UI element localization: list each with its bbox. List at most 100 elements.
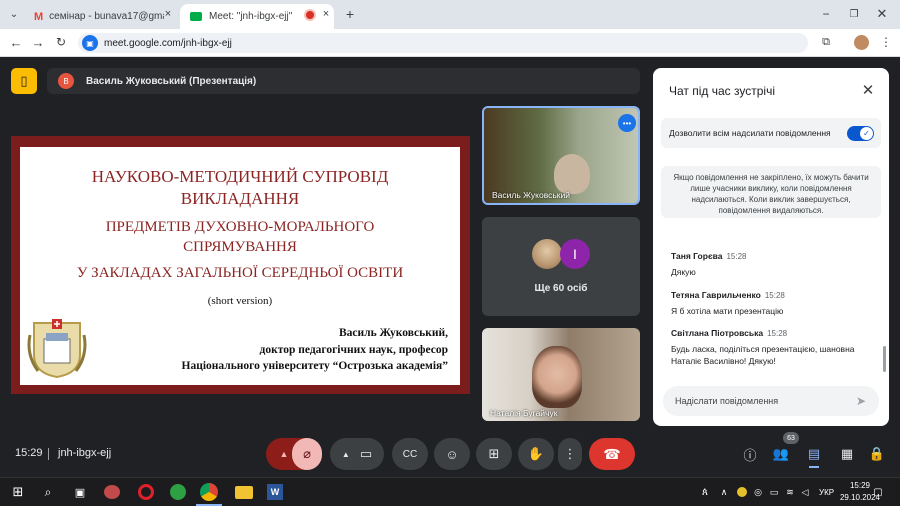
wifi-icon[interactable]: ≋	[784, 484, 796, 500]
mic-muted-icon[interactable]: ⌀	[292, 438, 322, 470]
participant-tile-natalia[interactable]: Наталія Бугайчук	[482, 328, 640, 421]
back-icon[interactable]: ←	[8, 34, 24, 50]
opera-icon[interactable]	[138, 484, 154, 500]
chat-icon[interactable]: ▤	[805, 445, 823, 463]
volume-icon[interactable]: ◁	[799, 484, 811, 500]
participant-avatar-initial: І	[560, 239, 590, 269]
participant-tile-presenter[interactable]: ••• Василь Жуковський	[482, 106, 640, 205]
menu-kebab-icon[interactable]: ⋮	[878, 34, 894, 50]
chevron-up-icon: ▲	[341, 449, 350, 459]
end-call-button[interactable]: ☎	[589, 438, 635, 470]
raise-hand-button[interactable]: ✋	[518, 438, 554, 470]
chevron-up-icon: ▲	[279, 449, 289, 459]
task-view-icon[interactable]: ▣	[72, 484, 88, 500]
host-controls-icon[interactable]: 🔒	[868, 445, 886, 463]
message-sender: Тетяна Гаврильченко	[671, 290, 761, 300]
reactions-button[interactable]: ☺	[434, 438, 470, 470]
tray-icon[interactable]: ◎	[752, 484, 764, 500]
chat-info-box: Якщо повідомлення не закріплено, їх можу…	[661, 166, 881, 218]
restore-icon[interactable]: ❐	[846, 6, 862, 22]
keyboard-language[interactable]: УКР	[819, 488, 834, 497]
participant-name: Василь Жуковський	[492, 190, 571, 200]
tab-close-icon[interactable]: ×	[162, 8, 174, 20]
message-time: 15:28	[767, 329, 788, 338]
toggle-check-icon: ✓	[860, 127, 873, 140]
send-icon[interactable]: ➤	[853, 393, 869, 409]
more-participants-label: Ще 60 осіб	[534, 283, 588, 294]
tray-chevron-icon[interactable]: ∧	[718, 484, 730, 500]
message-sender: Світлана Піотровська	[671, 328, 764, 338]
captions-button[interactable]: CC	[392, 438, 428, 470]
participant-avatar-photo	[532, 239, 562, 269]
tab-search-icon[interactable]: ⌄	[6, 6, 22, 22]
app-icon-green[interactable]	[170, 484, 186, 500]
reload-icon[interactable]: ↻	[53, 34, 69, 50]
chat-active-indicator	[809, 466, 819, 468]
close-window-icon[interactable]: ✕	[874, 6, 890, 22]
meet-icon	[190, 12, 202, 21]
tray-app-icon[interactable]	[737, 487, 747, 497]
tab-title: Meet: "jnh-ibgx-ejj"	[209, 11, 293, 22]
meeting-info-icon[interactable]: ▯	[11, 68, 37, 94]
allow-messages-label: Дозволити всім надсилати повідомлення	[669, 128, 831, 138]
meeting-code: jnh-ibgx-ejj	[58, 447, 112, 459]
more-options-button[interactable]: ⋮	[558, 438, 582, 470]
tab-title: семінар - bunava17@gmail.com	[49, 11, 164, 22]
notifications-icon[interactable]: ▢	[870, 484, 886, 500]
minimize-icon[interactable]: −	[818, 6, 834, 22]
activities-icon[interactable]: ▦	[838, 445, 856, 463]
chat-message: Таня Горєва 15:28 Дякую	[671, 246, 876, 278]
present-button[interactable]: ⊞	[476, 438, 512, 470]
message-text: Дякую	[671, 267, 696, 277]
site-info-icon[interactable]: ▣	[82, 35, 98, 51]
app-icon-1[interactable]	[104, 485, 120, 499]
presenter-bar: В Василь Жуковський (Презентація)	[47, 68, 640, 94]
word-icon[interactable]: W	[267, 484, 283, 500]
chrome-icon[interactable]	[200, 483, 218, 501]
windows-start-icon[interactable]: ⊞	[10, 484, 26, 500]
address-bar[interactable]: ▣ meet.google.com/jnh-ibgx-ejj	[78, 33, 808, 53]
chat-title: Чат під час зустрічі	[669, 84, 775, 98]
tab-close-icon[interactable]: ×	[320, 8, 332, 20]
chat-message: Тетяна Гаврильченко 15:28 Я б хотіла мати…	[671, 285, 876, 317]
participant-tile-others[interactable]: І Ще 60 осіб	[482, 217, 640, 316]
chat-input[interactable]: Надіслати повідомлення ➤	[663, 386, 879, 416]
camera-icon: ▭	[359, 446, 373, 461]
tab-gmail[interactable]: M семінар - bunava17@gmail.com	[24, 4, 176, 29]
forward-icon[interactable]: →	[30, 34, 46, 50]
presenter-avatar: В	[58, 73, 74, 89]
browser-tab-strip: ⌄ M семінар - bunava17@gmail.com × Meet:…	[0, 0, 900, 29]
windows-taskbar: ⊞ ⌕ ▣ W ጰ ∧ ◎ ▭ ≋ ◁ УКР 15:29 29.10.2024…	[0, 477, 900, 506]
chat-panel: Чат під час зустрічі ✕ Дозволити всім на…	[653, 68, 889, 426]
slide-subtitle: (short version)	[207, 295, 273, 307]
message-time: 15:28	[726, 252, 747, 261]
message-time: 15:28	[764, 291, 785, 300]
slide-author-line2: доктор педагогічних наук, професор	[259, 344, 448, 356]
extensions-icon[interactable]: ⧉	[818, 34, 834, 50]
participants-icon[interactable]: 👥	[772, 445, 790, 463]
message-sender: Таня Горєва	[671, 251, 723, 261]
new-tab-icon[interactable]: +	[342, 6, 358, 22]
profile-avatar[interactable]	[854, 35, 869, 50]
allow-messages-toggle[interactable]: ✓	[847, 126, 874, 141]
file-explorer-icon[interactable]	[235, 486, 253, 499]
slide-author-line3: Національного університету “Острозька ак…	[181, 360, 449, 372]
gmail-icon: M	[34, 10, 44, 23]
university-emblem	[24, 315, 90, 379]
allow-messages-row: Дозволити всім надсилати повідомлення ✓	[661, 118, 881, 148]
participants-count-badge: 63	[783, 432, 799, 444]
search-icon[interactable]: ⌕	[40, 484, 56, 500]
presenter-label: Василь Жуковський (Презентація)	[86, 75, 257, 87]
chat-scrollbar[interactable]	[883, 346, 886, 372]
recording-icon	[306, 11, 314, 19]
people-icon[interactable]: ጰ	[698, 484, 712, 500]
participant-head	[554, 154, 590, 194]
close-chat-icon[interactable]: ✕	[859, 81, 877, 99]
slide-author-line1: Василь Жуковський,	[338, 327, 448, 339]
presentation-slide: НАУКОВО-МЕТОДИЧНИЙ СУПРОВІД ВИКЛАДАННЯ П…	[20, 147, 460, 385]
battery-icon[interactable]: ▭	[768, 484, 780, 500]
slide-title-line1: НАУКОВО-МЕТОДИЧНИЙ СУПРОВІД	[91, 167, 389, 186]
camera-button[interactable]: ▲ ▭	[330, 438, 384, 470]
meeting-details-icon[interactable]: ⓘ	[741, 445, 759, 463]
slide-title-line5: У ЗАКЛАДАХ ЗАГАЛЬНОЇ СЕРЕДНЬОЇ ОСВІТИ	[76, 265, 404, 281]
